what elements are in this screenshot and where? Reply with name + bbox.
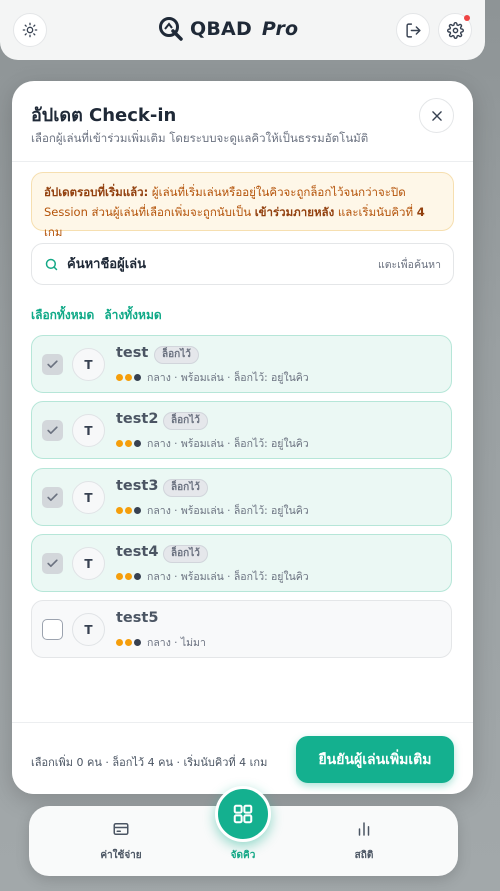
close-icon — [431, 110, 442, 121]
alert-text-3: เกม — [44, 225, 63, 239]
avatar: T — [72, 414, 105, 447]
search-box[interactable]: แตะเพื่อค้นหา — [31, 243, 454, 285]
nav-stats-label: สถิติ — [354, 850, 374, 861]
player-row[interactable]: T test4 ล็อกไว้ กลาง · พร้อมเล่น · ล็อกไ… — [31, 534, 452, 592]
player-row[interactable]: T test2 ล็อกไว้ กลาง · พร้อมเล่น · ล็อกไ… — [31, 401, 452, 459]
player-checkbox[interactable] — [42, 354, 63, 375]
player-meta-text: กลาง · พร้อมเล่น · ล็อกไว้: อยู่ในคิว — [147, 571, 309, 583]
player-checkbox[interactable] — [42, 420, 63, 441]
skill-dots — [116, 440, 141, 447]
avatar: T — [72, 547, 105, 580]
player-checkbox[interactable] — [42, 619, 63, 640]
modal-footer: เลือกเพิ่ม 0 คน · ล็อกไว้ 4 คน · เริ่มนั… — [12, 722, 473, 794]
player-meta-text: กลาง · พร้อมเล่น · ล็อกไว้: อยู่ในคิว — [147, 438, 309, 450]
nav-queue-label: จัดคิว — [230, 850, 256, 861]
player-meta-text: กลาง · ไม่มา — [147, 637, 206, 649]
player-meta: กลาง · ไม่มา — [116, 634, 206, 651]
alert-lead: อัปเดตรอบที่เริ่มแล้ว: — [44, 185, 149, 199]
queue-fab-button[interactable] — [215, 786, 271, 842]
nav-stats[interactable]: สถิติ — [319, 820, 409, 863]
info-alert: อัปเดตรอบที่เริ่มแล้ว: ผู้เล่นที่เริ่มเล… — [31, 172, 454, 239]
player-meta-text: กลาง · พร้อมเล่น · ล็อกไว้: อยู่ในคิว — [147, 505, 309, 517]
player-checkbox[interactable] — [42, 553, 63, 574]
confirm-button[interactable]: ยืนยันผู้เล่นเพิ่มเติม — [296, 736, 454, 783]
player-meta-text: กลาง · พร้อมเล่น · ล็อกไว้: อยู่ในคิว — [147, 372, 309, 384]
logout-icon — [405, 22, 421, 38]
nav-expenses[interactable]: ค่าใช้จ่าย — [76, 820, 166, 863]
grid-icon — [233, 804, 253, 824]
avatar: T — [72, 348, 105, 381]
clear-all-link[interactable]: ล้างทั้งหมด — [104, 306, 161, 325]
check-icon — [47, 559, 58, 568]
app-brand: QBAD Pro — [158, 14, 298, 44]
skill-dots — [116, 573, 141, 580]
check-icon — [47, 360, 58, 369]
modal-title: อัปเดต Check-in — [31, 105, 177, 126]
modal-subtitle: เลือกผู้เล่นที่เข้าร่วมเพิ่มเติม โดยระบบ… — [31, 131, 369, 145]
player-meta: กลาง · พร้อมเล่น · ล็อกไว้: อยู่ในคิว — [116, 435, 309, 452]
player-checkbox[interactable] — [42, 487, 63, 508]
alert-emph: เข้าร่วมภายหลัง — [254, 205, 335, 219]
player-meta: กลาง · พร้อมเล่น · ล็อกไว้: อยู่ในคิว — [116, 369, 309, 386]
search-hint: แตะเพื่อค้นหา — [377, 258, 441, 271]
player-row[interactable]: T test3 ล็อกไว้ กลาง · พร้อมเล่น · ล็อกไ… — [31, 468, 452, 526]
selection-links: เลือกทั้งหมด ล้างทั้งหมด — [31, 306, 162, 325]
nav-queue[interactable]: จัดคิว — [198, 848, 288, 863]
player-meta: กลาง · พร้อมเล่น · ล็อกไว้: อยู่ในคิว — [116, 568, 309, 585]
notification-dot — [464, 15, 470, 21]
locked-badge: ล็อกไว้ — [163, 545, 208, 563]
wallet-icon — [113, 823, 129, 835]
check-icon — [47, 493, 58, 502]
settings-button[interactable] — [438, 13, 472, 47]
avatar: T — [72, 481, 105, 514]
logout-button[interactable] — [396, 13, 430, 47]
select-all-link[interactable]: เลือกทั้งหมด — [31, 306, 94, 325]
logo-icon — [159, 17, 183, 41]
search-input[interactable] — [67, 256, 378, 272]
locked-badge: ล็อกไว้ — [163, 479, 208, 497]
gear-icon — [446, 21, 464, 39]
skill-dots — [116, 639, 141, 646]
avatar: T — [72, 613, 105, 646]
player-row[interactable]: T test5 กลาง · ไม่มา — [31, 600, 452, 658]
player-name: test — [116, 345, 149, 361]
alert-text-2: และเริ่มนับคิวที่ — [334, 205, 417, 219]
player-row[interactable]: T test ล็อกไว้ กลาง · พร้อมเล่น · ล็อกไว… — [31, 335, 452, 393]
player-name: test4 — [116, 544, 159, 560]
nav-expenses-label: ค่าใช้จ่าย — [100, 850, 142, 861]
skill-dots — [116, 507, 141, 514]
player-name: test3 — [116, 478, 159, 494]
player-name: test5 — [116, 610, 159, 626]
app-edition: Pro — [261, 18, 299, 40]
sun-icon — [22, 22, 38, 38]
theme-toggle-button[interactable] — [13, 13, 47, 47]
locked-badge: ล็อกไว้ — [163, 412, 208, 430]
player-name: test2 — [116, 411, 159, 427]
check-icon — [47, 426, 58, 435]
close-button[interactable] — [419, 98, 454, 133]
player-meta: กลาง · พร้อมเล่น · ล็อกไว้: อยู่ในคิว — [116, 502, 309, 519]
search-icon — [45, 258, 58, 270]
header-divider — [12, 161, 473, 162]
checkin-modal: อัปเดต Check-in เลือกผู้เล่นที่เข้าร่วมเ… — [12, 81, 473, 794]
selection-summary: เลือกเพิ่ม 0 คน · ล็อกไว้ 4 คน · เริ่มนั… — [31, 756, 268, 769]
alert-num: 4 — [416, 205, 425, 219]
top-bar: QBAD Pro — [0, 0, 485, 60]
bar-chart-icon — [358, 822, 370, 836]
skill-dots — [116, 374, 141, 381]
app-name: QBAD — [190, 18, 252, 40]
locked-badge: ล็อกไว้ — [154, 346, 199, 364]
